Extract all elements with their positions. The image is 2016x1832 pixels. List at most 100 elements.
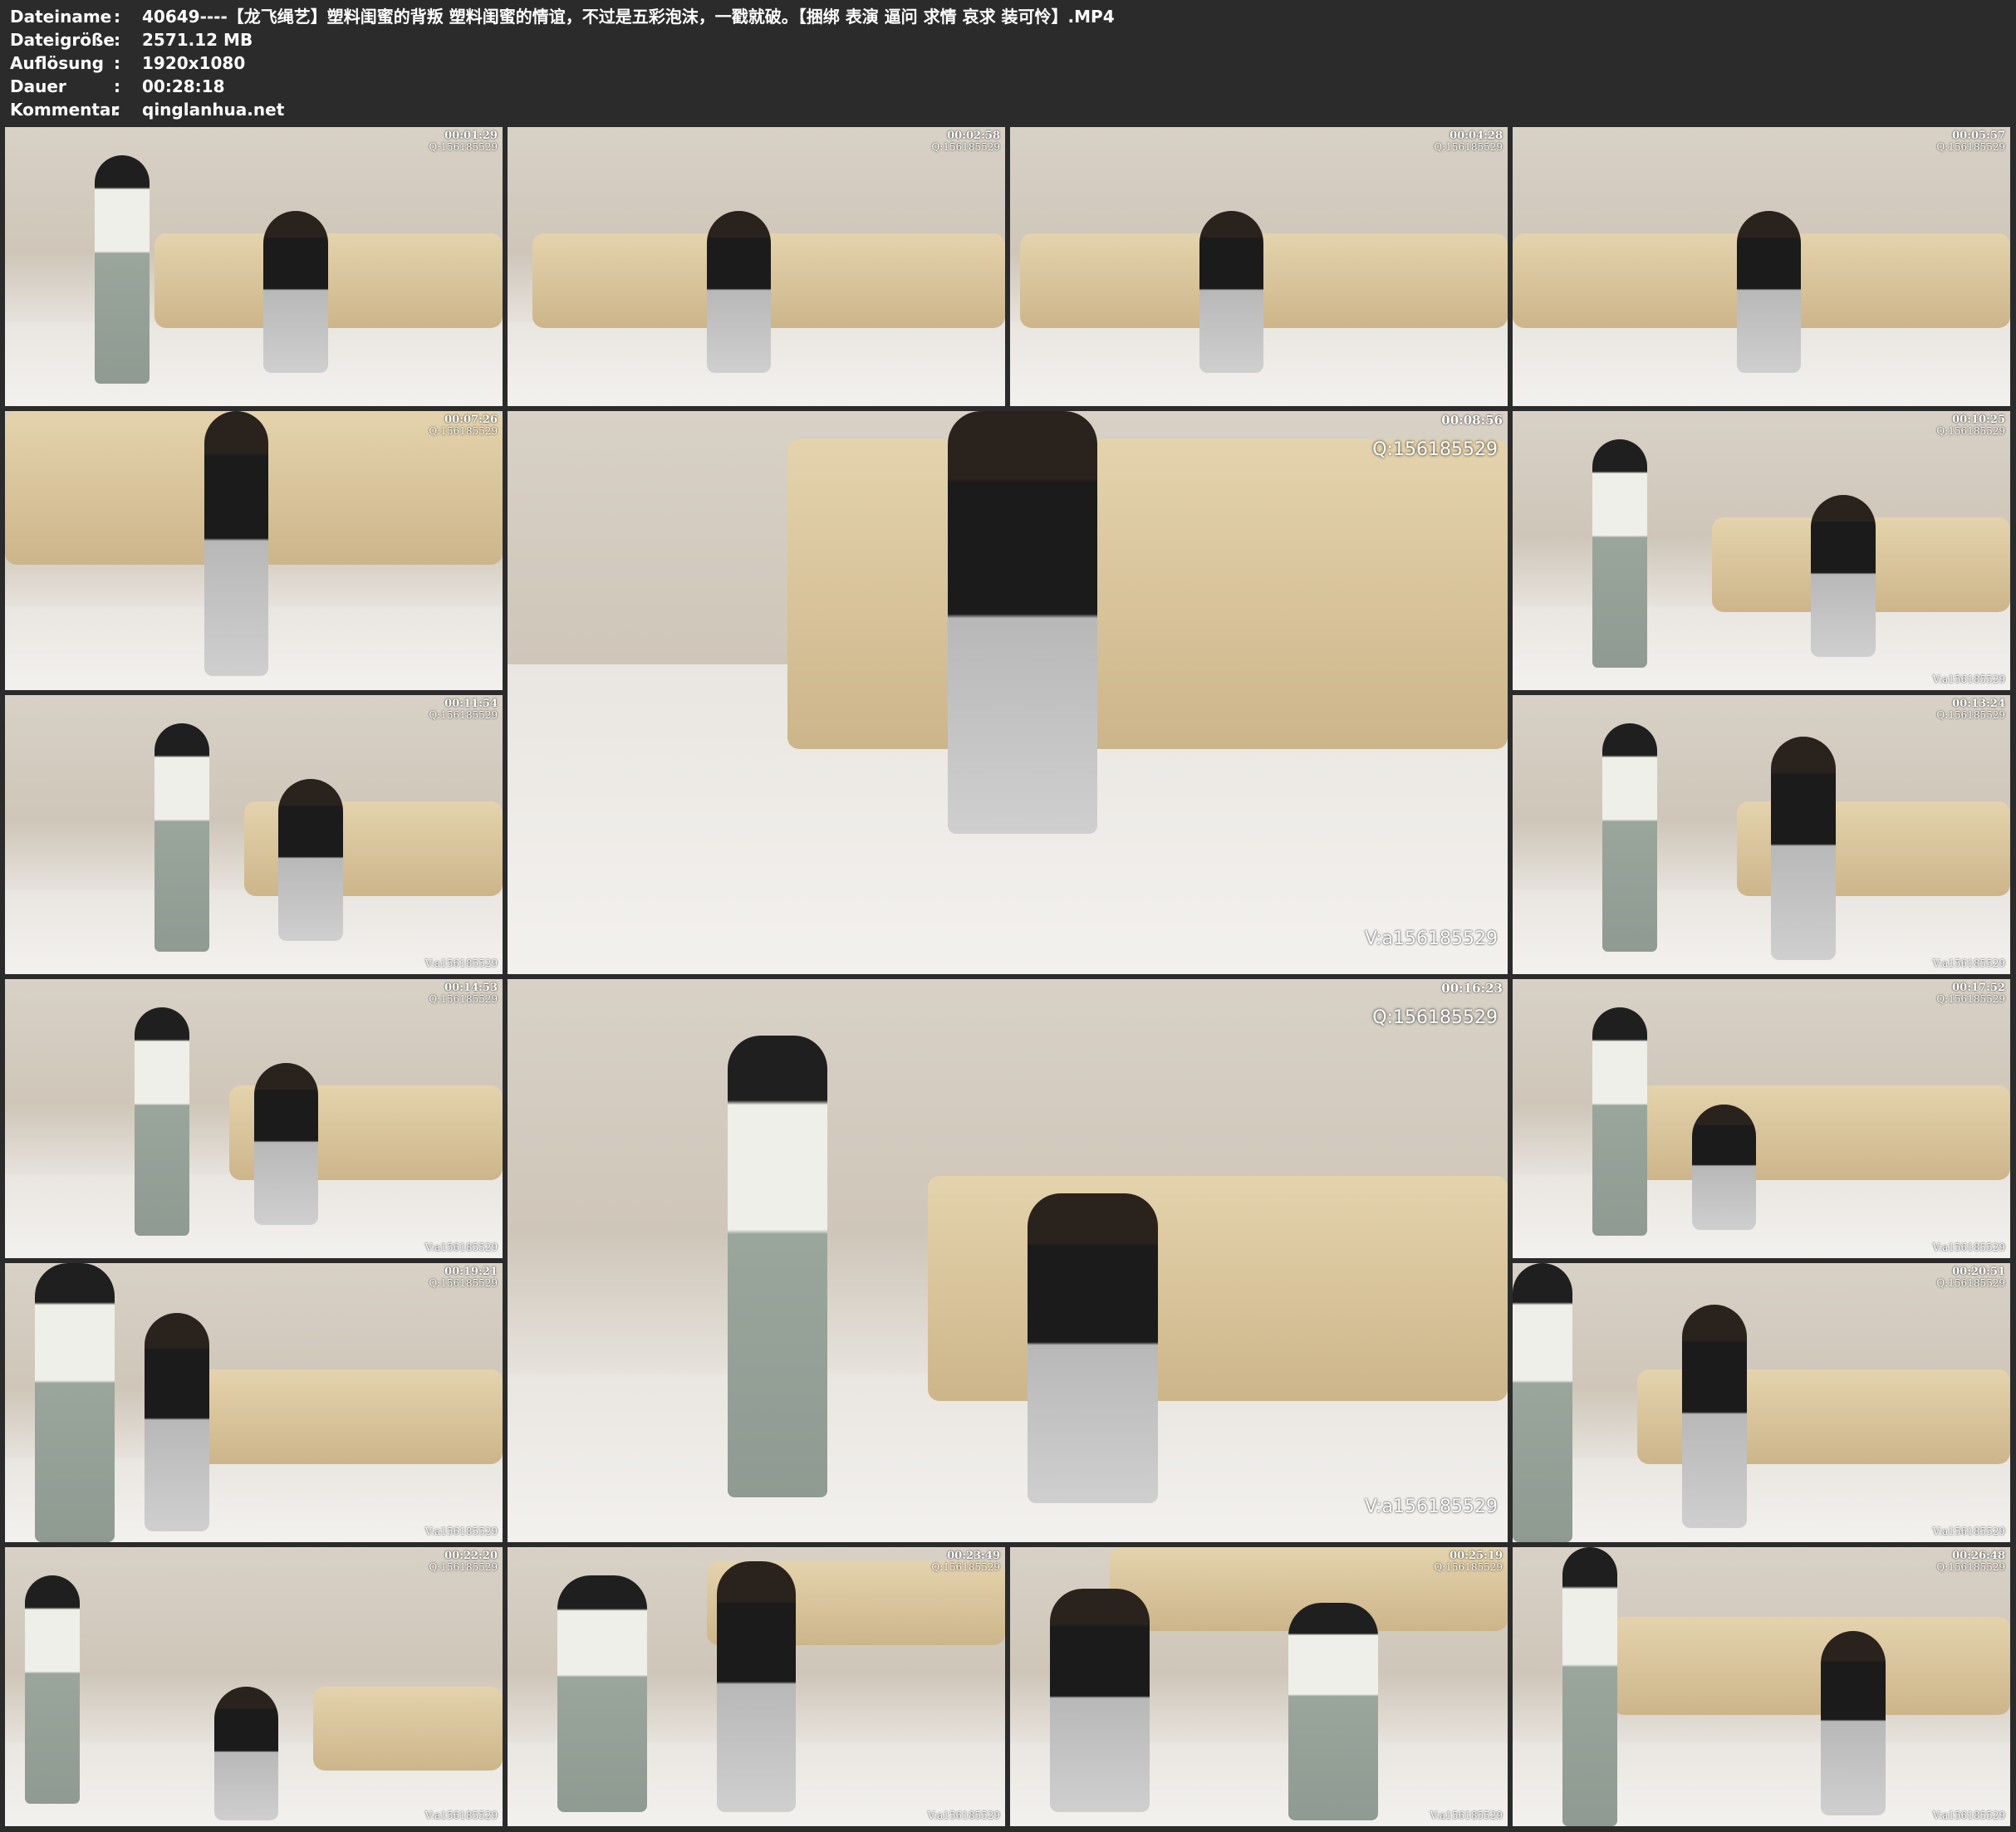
timestamp: 00:26:48 — [1952, 1550, 2005, 1562]
watermark-q: Q:156185529 — [1936, 1276, 2005, 1289]
thumbnail-image — [134, 1007, 189, 1237]
watermark-v: V:a156185529 — [424, 1242, 498, 1253]
thumbnail-image — [1049, 1589, 1150, 1813]
watermark-q: Q:156185529 — [1936, 424, 2005, 437]
info-label: Kommentar — [10, 100, 120, 120]
timestamp-overlay: 00:26:48 Q:156185529 — [1936, 1550, 2005, 1572]
info-value: 00:28:18 — [142, 76, 225, 96]
thumbnail-image — [557, 1575, 647, 1813]
info-separator: : — [114, 100, 120, 120]
timestamp: 00:08:56 — [1441, 413, 1503, 428]
thumbnail[interactable]: 00:25:19 Q:156185529 V:a156185529 — [1010, 1547, 1508, 1826]
timestamp: 00:22:20 — [444, 1550, 498, 1562]
timestamp-overlay: 00:08:56 — [1441, 414, 1503, 428]
thumbnail[interactable]: 00:13:24 Q:156185529 V:a156185529 — [1513, 695, 2010, 974]
info-value: 2571.12 MB — [142, 30, 253, 50]
thumbnail-image — [1288, 1603, 1379, 1821]
timestamp-overlay: 00:19:21 Q:156185529 — [429, 1266, 498, 1288]
info-separator: : — [114, 53, 120, 73]
watermark-q: Q:156185529 — [429, 1276, 498, 1289]
timestamp: 00:01:29 — [444, 130, 498, 142]
thumbnail-image — [787, 438, 1508, 749]
thumbnail[interactable]: 00:17:52 Q:156185529 V:a156185529 — [1513, 979, 2010, 1258]
thumbnail-image — [204, 411, 269, 677]
timestamp-overlay: 00:07:26 Q:156185529 — [429, 414, 498, 436]
thumbnail[interactable]: 00:01:29 Q:156185529 — [5, 127, 503, 406]
thumbnail-image — [1611, 1617, 2010, 1715]
info-separator: : — [114, 30, 120, 50]
watermark-v: V:a156185529 — [1932, 958, 2005, 969]
timestamp: 00:11:54 — [444, 698, 498, 710]
info-row-duration: Dauer: 00:28:18 — [10, 75, 1115, 98]
thumbnail[interactable]: 00:07:26 Q:156185529 — [5, 411, 503, 690]
timestamp-overlay: 00:13:24 Q:156185529 — [1936, 698, 2005, 720]
thumbnail[interactable]: 00:11:54 Q:156185529 V:a156185529 — [5, 695, 503, 974]
thumbnail[interactable]: 00:04:28 Q:156185529 — [1010, 127, 1508, 406]
thumbnail[interactable]: 00:05:57 Q:156185529 — [1513, 127, 2010, 406]
watermark-q: Q:156185529 — [1434, 1560, 1503, 1573]
thumbnail[interactable]: 00:14:53 Q:156185529 V:a156185529 — [5, 979, 503, 1258]
info-row-filesize: Dateigröße: 2571.12 MB — [10, 28, 1115, 51]
watermark-v: V:a156185529 — [1430, 1810, 1503, 1821]
thumbnail-image — [947, 411, 1098, 834]
timestamp: 00:02:58 — [947, 130, 1000, 142]
watermark-v: V:a156185529 — [424, 1526, 498, 1537]
watermark-q: Q:156185529 — [931, 140, 1000, 153]
thumbnail[interactable]: 00:02:58 Q:156185529 — [508, 127, 1005, 406]
watermark-v: V:a156185529 — [424, 1810, 498, 1821]
thumbnail-image — [1592, 438, 1647, 669]
file-info-header: Dateiname: 40649----【龙飞绳艺】塑料闺蜜的背叛 塑料闺蜜的情谊… — [10, 5, 1115, 121]
thumbnail-image — [1811, 494, 1876, 657]
thumbnail-image — [34, 1263, 115, 1542]
timestamp-overlay: 00:20:51 Q:156185529 — [1936, 1266, 2005, 1288]
watermark-q: Q:156185529 — [1936, 992, 2005, 1005]
thumbnail[interactable]: 00:10:25 Q:156185529 V:a156185529 — [1513, 411, 2010, 690]
timestamp-overlay: 00:17:52 Q:156185529 — [1936, 982, 2005, 1004]
thumbnail-image — [1821, 1630, 1886, 1815]
timestamp-overlay: 00:02:58 Q:156185529 — [931, 130, 1000, 152]
thumbnail[interactable]: 00:19:21 Q:156185529 V:a156185529 — [5, 1263, 503, 1542]
thumbnail[interactable]: 00:22:20 Q:156185529 V:a156185529 — [5, 1547, 503, 1826]
info-row-resolution: Auflösung: 1920x1080 — [10, 51, 1115, 75]
timestamp: 00:05:57 — [1952, 130, 2005, 142]
thumbnail-image — [1028, 1193, 1158, 1503]
thumbnail-image — [253, 1062, 319, 1225]
thumbnail-image — [716, 1560, 797, 1813]
thumbnail-image — [1681, 1305, 1747, 1529]
thumbnail-image — [1199, 210, 1264, 373]
thumbnail-image — [154, 723, 209, 953]
info-separator: : — [114, 7, 120, 27]
thumbnail-image — [1691, 1105, 1757, 1231]
watermark-q: Q:156185529 — [429, 140, 498, 153]
thumbnail-large[interactable]: 00:16:23 Q:156185529 V:a156185529 — [508, 979, 1508, 1542]
thumbnail[interactable]: 00:20:51 Q:156185529 V:a156185529 — [1513, 1263, 2010, 1542]
info-label: Dateigröße — [10, 30, 115, 50]
timestamp-overlay: 00:25:19 Q:156185529 — [1434, 1550, 1503, 1572]
thumbnail-image — [313, 1687, 503, 1771]
info-row-comment: Kommentar: qinglanhua.net — [10, 98, 1115, 121]
watermark-q: Q:156185529 — [931, 1560, 1000, 1573]
thumbnail-image — [154, 233, 503, 328]
watermark-v: V:a156185529 — [927, 1810, 1000, 1821]
timestamp: 00:25:19 — [1449, 1550, 1503, 1562]
watermark-v: V:a156185529 — [1932, 1526, 2005, 1537]
timestamp-overlay: 00:05:57 Q:156185529 — [1936, 130, 2005, 152]
watermark-v: V:a156185529 — [1364, 928, 1498, 949]
info-label: Dauer — [10, 76, 66, 96]
watermark-q: Q:156185529 — [429, 708, 498, 721]
timestamp: 00:07:26 — [444, 414, 498, 426]
thumbnail-image — [1771, 737, 1837, 961]
timestamp: 00:23:49 — [947, 1550, 1000, 1562]
thumbnail-large[interactable]: 00:08:56 Q:156185529 V:a156185529 — [508, 411, 1508, 974]
timestamp: 00:14:53 — [444, 982, 498, 994]
watermark-v: V:a156185529 — [1932, 1810, 2005, 1821]
timestamp-overlay: 00:04:28 Q:156185529 — [1434, 130, 1503, 152]
timestamp-overlay: 00:01:29 Q:156185529 — [429, 130, 498, 152]
thumbnail[interactable]: 00:23:49 Q:156185529 V:a156185529 — [508, 1547, 1005, 1826]
thumbnail[interactable]: 00:26:48 Q:156185529 V:a156185529 — [1513, 1547, 2010, 1826]
watermark-q: Q:156185529 — [429, 1560, 498, 1573]
watermark-q: Q:156185529 — [1434, 140, 1503, 153]
timestamp-overlay: 00:10:25 Q:156185529 — [1936, 414, 2005, 436]
thumbnail-image — [5, 322, 503, 406]
thumbnail-image — [278, 778, 344, 941]
